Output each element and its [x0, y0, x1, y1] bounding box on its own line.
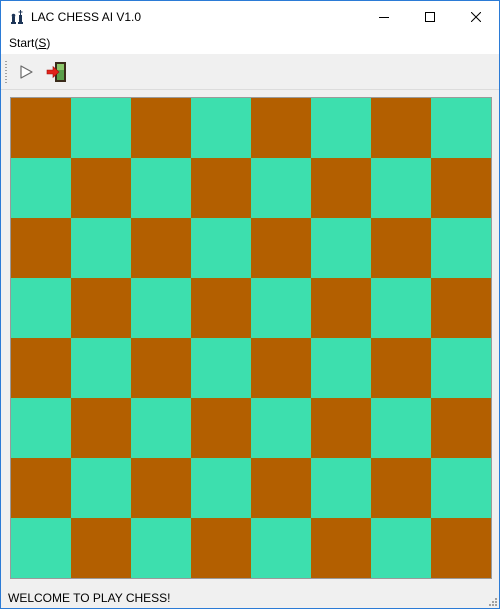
- board-square-g7[interactable]: [371, 158, 431, 218]
- board-square-d4[interactable]: [191, 338, 251, 398]
- board-square-h8[interactable]: [431, 98, 491, 158]
- maximize-icon: [425, 11, 435, 22]
- board-square-d5[interactable]: [191, 278, 251, 338]
- board-square-e1[interactable]: [251, 518, 311, 578]
- board-square-e8[interactable]: [251, 98, 311, 158]
- close-button[interactable]: [453, 1, 499, 32]
- toolbar: [1, 55, 499, 90]
- board-square-b8[interactable]: [71, 98, 131, 158]
- minimize-icon: [379, 16, 389, 18]
- board-square-a8[interactable]: [11, 98, 71, 158]
- board-square-f6[interactable]: [311, 218, 371, 278]
- board-square-h4[interactable]: [431, 338, 491, 398]
- board-square-g4[interactable]: [371, 338, 431, 398]
- board-square-c1[interactable]: [131, 518, 191, 578]
- board-square-a1[interactable]: [11, 518, 71, 578]
- board-square-g8[interactable]: [371, 98, 431, 158]
- board-square-b6[interactable]: [71, 218, 131, 278]
- board-square-e5[interactable]: [251, 278, 311, 338]
- board-square-c8[interactable]: [131, 98, 191, 158]
- board-square-e6[interactable]: [251, 218, 311, 278]
- board-square-f7[interactable]: [311, 158, 371, 218]
- board-square-d6[interactable]: [191, 218, 251, 278]
- board-square-b4[interactable]: [71, 338, 131, 398]
- board-square-e3[interactable]: [251, 398, 311, 458]
- board-square-f2[interactable]: [311, 458, 371, 518]
- board-square-a5[interactable]: [11, 278, 71, 338]
- chess-board[interactable]: [10, 97, 492, 579]
- board-square-d1[interactable]: [191, 518, 251, 578]
- resize-grip-icon[interactable]: [487, 596, 497, 606]
- status-bar: WELCOME TO PLAY CHESS!: [1, 588, 499, 608]
- close-icon: [471, 11, 481, 22]
- board-square-c3[interactable]: [131, 398, 191, 458]
- board-square-e7[interactable]: [251, 158, 311, 218]
- board-square-b3[interactable]: [71, 398, 131, 458]
- board-square-h7[interactable]: [431, 158, 491, 218]
- play-icon: [20, 65, 33, 79]
- board-square-d7[interactable]: [191, 158, 251, 218]
- board-square-c4[interactable]: [131, 338, 191, 398]
- board-square-e4[interactable]: [251, 338, 311, 398]
- menu-bar: Start(S): [1, 32, 499, 54]
- board-square-g3[interactable]: [371, 398, 431, 458]
- maximize-button[interactable]: [407, 1, 453, 32]
- board-square-h5[interactable]: [431, 278, 491, 338]
- board-square-a7[interactable]: [11, 158, 71, 218]
- board-square-e2[interactable]: [251, 458, 311, 518]
- board-square-f8[interactable]: [311, 98, 371, 158]
- status-text: WELCOME TO PLAY CHESS!: [8, 591, 171, 605]
- title-bar: LAC CHESS AI V1.0: [1, 1, 499, 32]
- board-square-a6[interactable]: [11, 218, 71, 278]
- chess-app-icon: [11, 10, 23, 24]
- board-square-h6[interactable]: [431, 218, 491, 278]
- board-square-h1[interactable]: [431, 518, 491, 578]
- board-square-b7[interactable]: [71, 158, 131, 218]
- toolbar-grip[interactable]: [5, 61, 7, 83]
- board-square-f4[interactable]: [311, 338, 371, 398]
- board-square-f5[interactable]: [311, 278, 371, 338]
- board-square-c5[interactable]: [131, 278, 191, 338]
- board-square-g1[interactable]: [371, 518, 431, 578]
- board-square-d3[interactable]: [191, 398, 251, 458]
- board-square-h3[interactable]: [431, 398, 491, 458]
- board-square-a2[interactable]: [11, 458, 71, 518]
- board-square-b5[interactable]: [71, 278, 131, 338]
- window-title: LAC CHESS AI V1.0: [31, 10, 142, 24]
- board-square-c6[interactable]: [131, 218, 191, 278]
- board-square-d2[interactable]: [191, 458, 251, 518]
- minimize-button[interactable]: [361, 1, 407, 32]
- exit-button[interactable]: [45, 60, 69, 84]
- board-square-c2[interactable]: [131, 458, 191, 518]
- board-square-a4[interactable]: [11, 338, 71, 398]
- board-square-f1[interactable]: [311, 518, 371, 578]
- board-square-c7[interactable]: [131, 158, 191, 218]
- menu-start[interactable]: Start(S): [9, 36, 50, 50]
- board-square-d8[interactable]: [191, 98, 251, 158]
- menu-start-label: Start(: [9, 36, 39, 50]
- board-square-b1[interactable]: [71, 518, 131, 578]
- exit-door-icon: [46, 62, 66, 82]
- board-square-g5[interactable]: [371, 278, 431, 338]
- board-square-b2[interactable]: [71, 458, 131, 518]
- board-square-g2[interactable]: [371, 458, 431, 518]
- play-button[interactable]: [14, 60, 38, 84]
- app-window: LAC CHESS AI V1.0 Start(S) WELCOME TO PL…: [0, 0, 500, 609]
- board-square-a3[interactable]: [11, 398, 71, 458]
- board-square-h2[interactable]: [431, 458, 491, 518]
- board-square-g6[interactable]: [371, 218, 431, 278]
- board-square-f3[interactable]: [311, 398, 371, 458]
- menu-start-label-end: ): [46, 36, 51, 50]
